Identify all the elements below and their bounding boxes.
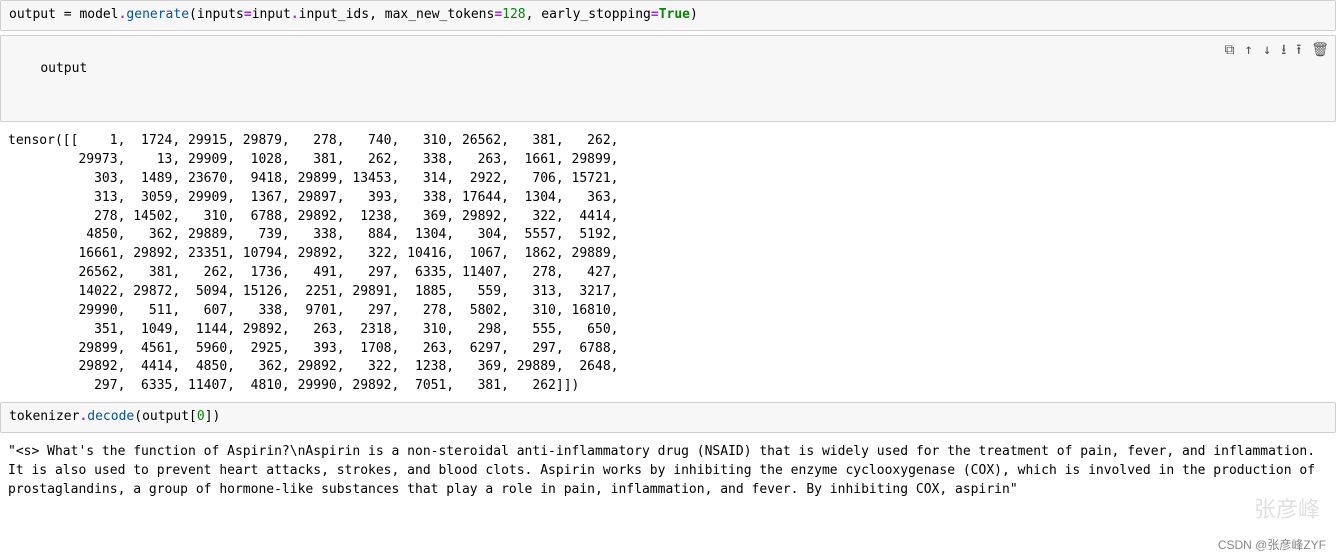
decode-output: "<s> What's the function of Aspirin?\nAs… [0,437,1336,506]
code-cell-generate[interactable]: output = model.generate(inputs=input.inp… [0,0,1336,31]
var-output-expr: output [40,61,87,76]
call-generate: generate [126,7,189,22]
tensor-output: tensor([[ 1, 1724, 29915, 29879, 278, 74… [0,126,1336,402]
code-cell-output[interactable]: output ⧉ ↑ ↓ ⭳ ⭱ 🗑 [0,35,1336,122]
credit-text: CSDN @张彦峰ZYF [1218,537,1326,554]
delete-icon[interactable]: 🗑 [1311,40,1329,60]
var-output: output [9,7,56,22]
var-model: model [79,7,118,22]
upload-icon[interactable]: ⭱ [1296,40,1301,60]
move-down-icon[interactable]: ↓ [1263,40,1271,60]
move-up-icon[interactable]: ↑ [1245,40,1253,60]
cell-toolbar: ⧉ ↑ ↓ ⭳ ⭱ 🗑 [1225,40,1329,60]
var-tokenizer: tokenizer [9,409,79,424]
code-cell-decode[interactable]: tokenizer.decode(output[0]) [0,402,1336,433]
call-decode: decode [87,409,134,424]
download-icon[interactable]: ⭳ [1281,40,1286,60]
copy-icon[interactable]: ⧉ [1225,40,1235,60]
